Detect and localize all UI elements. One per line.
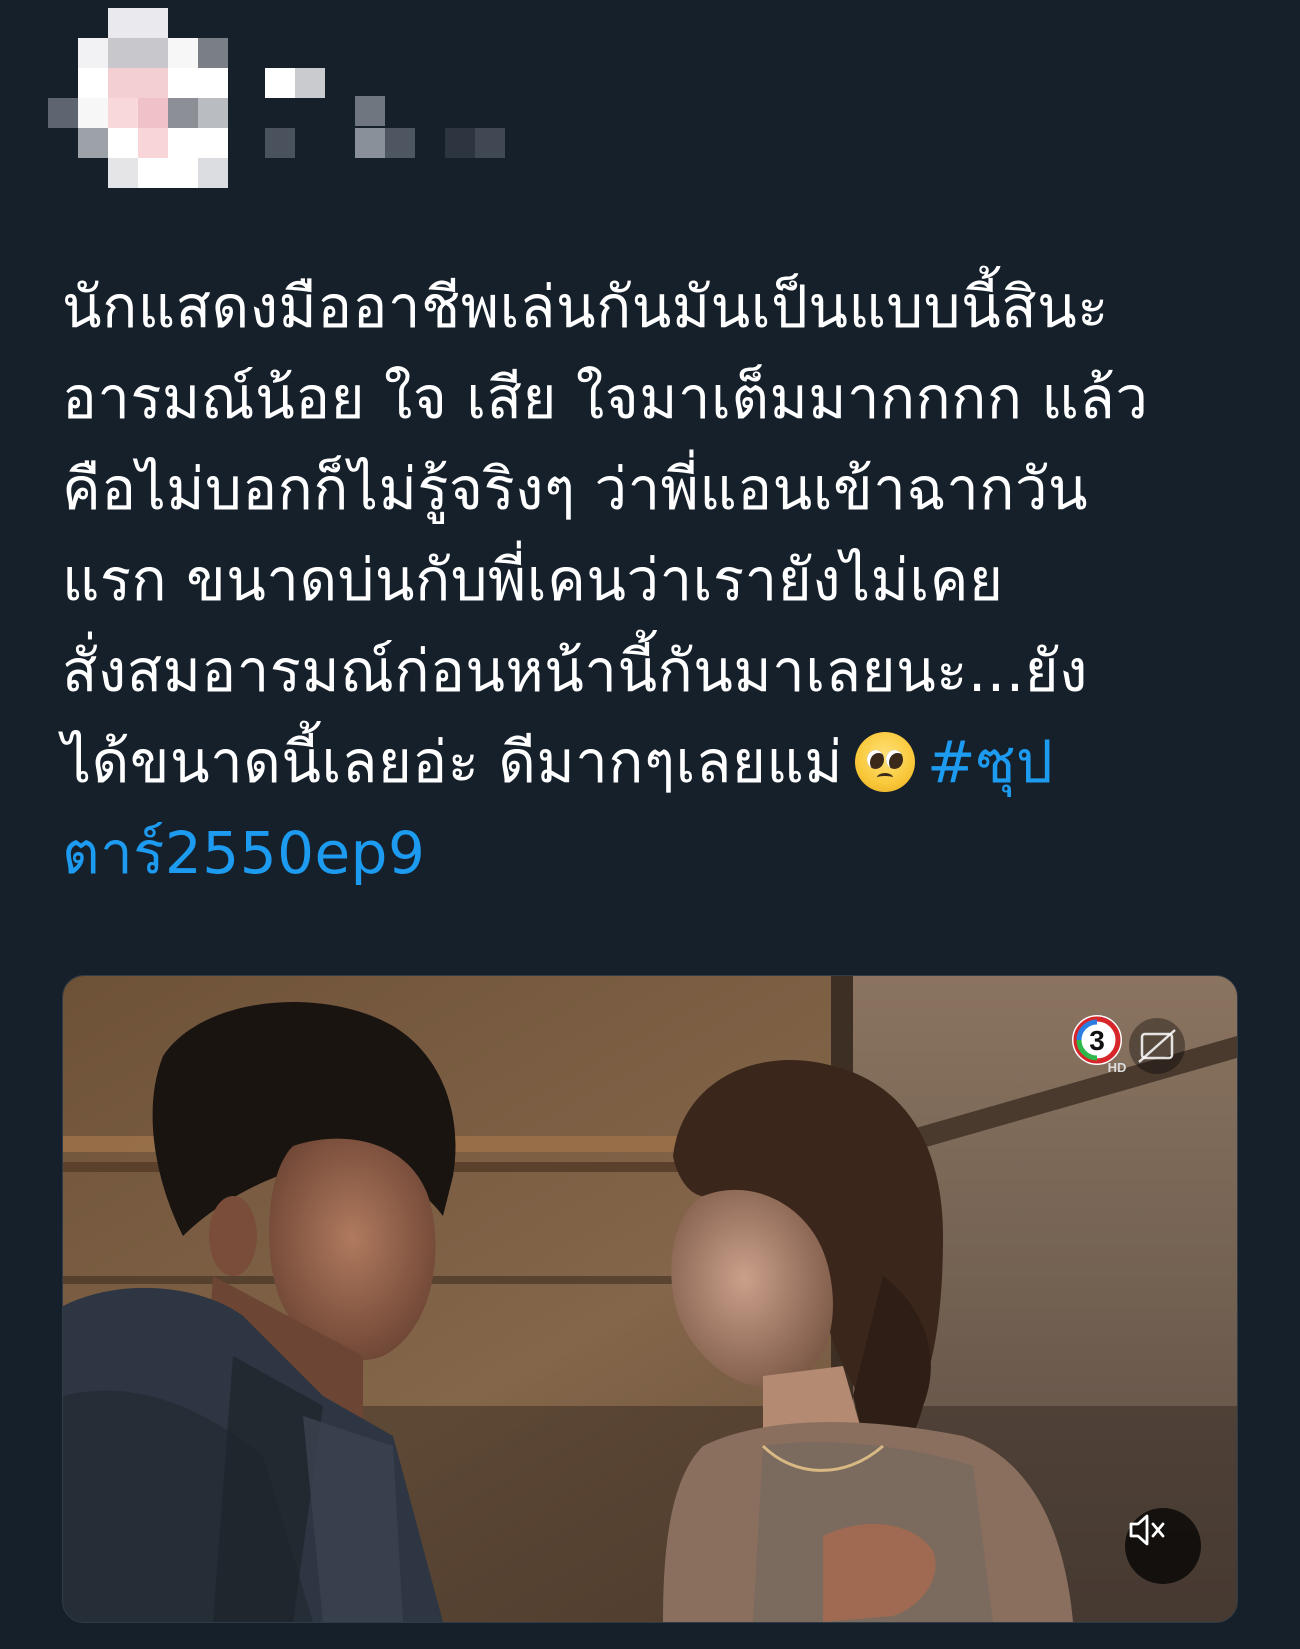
hashtag-link-continued[interactable]: ตาร์2550ep9: [62, 819, 425, 887]
username-blurred[interactable]: [265, 68, 525, 168]
avatar-blurred[interactable]: [48, 8, 238, 198]
tweet-line: อารมณ์น้อย ใจ เสีย ใจมาเต็มมากกกก แล้ว: [62, 364, 1149, 432]
closed-captions-icon[interactable]: [1129, 1018, 1185, 1074]
pleading-face-emoji-icon: [855, 732, 915, 792]
tweet-text: นักแสดงมืออาชีพเล่นกันมันเป็นแบบนี้สินะ …: [62, 262, 1242, 899]
tweet-line: ได้ขนาดนี้เลยอ่ะ ดีมากๆเลยแม่: [62, 728, 843, 796]
mute-toggle-button[interactable]: [1125, 1508, 1201, 1584]
hashtag-link[interactable]: #ซุป: [927, 728, 1053, 796]
svg-text:HD: HD: [1108, 1060, 1127, 1074]
channel-3-hd-logo: 3 HD: [1067, 1012, 1129, 1074]
tweet-line: สั่งสมอารมณ์ก่อนหน้านี้กันมาเลยนะ...ยัง: [62, 637, 1088, 705]
tweet-line: คือไม่บอกก็ไม่รู้จริงๆ ว่าพี่แอนเข้าฉากว…: [62, 455, 1089, 523]
speaker-muted-icon: [1129, 1514, 1165, 1546]
svg-text:3: 3: [1089, 1025, 1105, 1056]
video-player[interactable]: 3 HD: [62, 975, 1238, 1623]
tweet-line: นักแสดงมืออาชีพเล่นกันมันเป็นแบบนี้สินะ: [62, 273, 1109, 341]
tweet[interactable]: นักแสดงมืออาชีพเล่นกันมันเป็นแบบนี้สินะ …: [0, 0, 1300, 1649]
video-frame-image: [63, 976, 1237, 1622]
tweet-line: แรก ขนาดบ่นกับพี่เคนว่าเรายังไม่เคย: [62, 546, 1004, 614]
